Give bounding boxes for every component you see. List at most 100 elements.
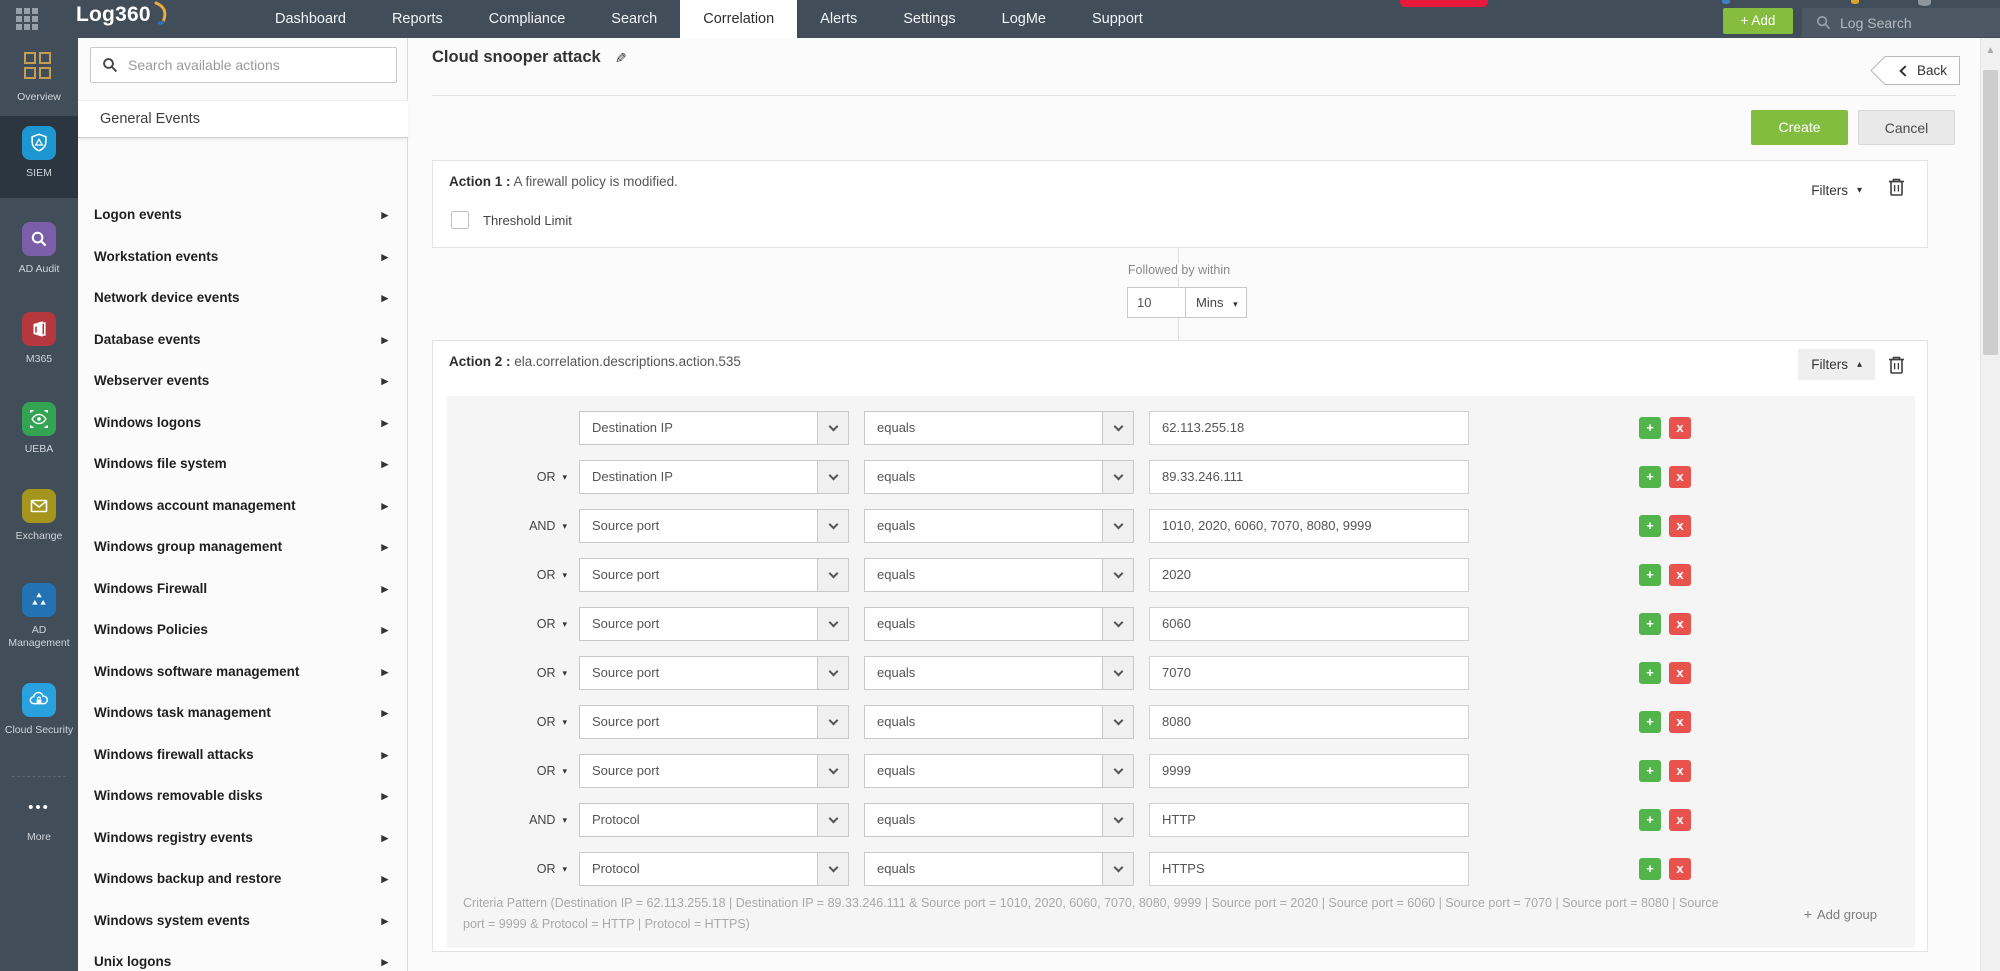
edit-title-icon[interactable]: ✎	[615, 50, 627, 67]
apps-grid-icon[interactable]	[16, 8, 40, 32]
nav-item-search[interactable]: Search	[588, 0, 680, 38]
field-select[interactable]: Source port	[579, 754, 849, 788]
category-item[interactable]: Windows account management▸	[78, 485, 408, 526]
category-item[interactable]: Windows system events▸	[78, 900, 408, 941]
operator-select[interactable]: AND▾	[501, 803, 567, 837]
followed-by-unit-select[interactable]: Mins ▾	[1185, 287, 1247, 318]
condition-select[interactable]: equals	[864, 411, 1134, 445]
category-item[interactable]: Workstation events▸	[78, 236, 408, 277]
back-button[interactable]: Back	[1870, 56, 1960, 85]
operator-select[interactable]: OR▾	[501, 754, 567, 788]
category-item[interactable]: Windows backup and restore▸	[78, 858, 408, 899]
remove-criteria-button[interactable]: x	[1669, 466, 1691, 488]
category-item[interactable]: Network device events▸	[78, 277, 408, 318]
operator-select[interactable]: OR▾	[501, 607, 567, 641]
nav-item-dashboard[interactable]: Dashboard	[252, 0, 369, 38]
category-item[interactable]: Windows software management▸	[78, 651, 408, 692]
sidebar-module-cloud-security[interactable]: Cloud Security	[0, 683, 78, 737]
category-item[interactable]: Windows group management▸	[78, 526, 408, 567]
field-select[interactable]: Protocol	[579, 852, 849, 886]
value-input[interactable]: 8080	[1149, 705, 1469, 739]
sidebar-module-ad-management[interactable]: AD Management	[0, 583, 78, 650]
category-item[interactable]: Windows logons▸	[78, 402, 408, 443]
nav-item-settings[interactable]: Settings	[880, 0, 978, 38]
add-criteria-button[interactable]: +	[1639, 466, 1661, 488]
remove-criteria-button[interactable]: x	[1669, 858, 1691, 880]
remove-criteria-button[interactable]: x	[1669, 662, 1691, 684]
remove-criteria-button[interactable]: x	[1669, 760, 1691, 782]
condition-select[interactable]: equals	[864, 705, 1134, 739]
remove-criteria-button[interactable]: x	[1669, 515, 1691, 537]
sidebar-module-exchange[interactable]: Exchange	[0, 489, 78, 543]
add-button[interactable]: + Add	[1723, 8, 1793, 34]
category-item[interactable]: Windows firewall attacks▸	[78, 734, 408, 775]
field-select[interactable]: Destination IP	[579, 460, 849, 494]
action2-delete-icon[interactable]	[1888, 355, 1905, 380]
remove-criteria-button[interactable]: x	[1669, 613, 1691, 635]
operator-select[interactable]: OR▾	[501, 460, 567, 494]
value-input[interactable]: HTTPS	[1149, 852, 1469, 886]
add-criteria-button[interactable]: +	[1639, 809, 1661, 831]
condition-select[interactable]: equals	[864, 852, 1134, 886]
sidebar-module-overview[interactable]: Overview	[0, 50, 78, 104]
condition-select[interactable]: equals	[864, 754, 1134, 788]
condition-select[interactable]: equals	[864, 460, 1134, 494]
operator-select[interactable]: AND▾	[501, 509, 567, 543]
add-criteria-button[interactable]: +	[1639, 711, 1661, 733]
field-select[interactable]: Source port	[579, 607, 849, 641]
value-input[interactable]: 62.113.255.18	[1149, 411, 1469, 445]
field-select[interactable]: Source port	[579, 509, 849, 543]
log360-logo[interactable]: Log360	[76, 3, 171, 27]
sidebar-module-ueba[interactable]: UEBA	[0, 402, 78, 456]
action1-filters-toggle[interactable]: Filters ▾	[1798, 175, 1875, 206]
nav-item-alerts[interactable]: Alerts	[797, 0, 880, 38]
log-search-button[interactable]: Log Search	[1802, 8, 2000, 37]
remove-criteria-button[interactable]: x	[1669, 417, 1691, 439]
followed-by-value-input[interactable]: 10	[1127, 287, 1186, 318]
sidebar-module-siem[interactable]: SIEM	[0, 116, 78, 198]
remove-criteria-button[interactable]: x	[1669, 809, 1691, 831]
add-criteria-button[interactable]: +	[1639, 613, 1661, 635]
field-select[interactable]: Source port	[579, 558, 849, 592]
operator-select[interactable]: OR▾	[501, 705, 567, 739]
nav-item-support[interactable]: Support	[1069, 0, 1166, 38]
add-criteria-button[interactable]: +	[1639, 760, 1661, 782]
selected-category-header[interactable]: General Events	[78, 100, 408, 138]
nav-item-compliance[interactable]: Compliance	[466, 0, 589, 38]
field-select[interactable]: Source port	[579, 656, 849, 690]
operator-select[interactable]: OR▾	[501, 656, 567, 690]
add-criteria-button[interactable]: +	[1639, 662, 1661, 684]
nav-item-reports[interactable]: Reports	[369, 0, 466, 38]
category-item[interactable]: Windows Policies▸	[78, 609, 408, 650]
remove-criteria-button[interactable]: x	[1669, 564, 1691, 586]
field-select[interactable]: Protocol	[579, 803, 849, 837]
actions-search-input[interactable]: Search available actions	[90, 47, 397, 83]
add-group-button[interactable]: +Add group	[1804, 906, 1877, 922]
condition-select[interactable]: equals	[864, 558, 1134, 592]
condition-select[interactable]: equals	[864, 607, 1134, 641]
category-item[interactable]: Windows registry events▸	[78, 817, 408, 858]
remove-criteria-button[interactable]: x	[1669, 711, 1691, 733]
category-item[interactable]: Database events▸	[78, 319, 408, 360]
nav-item-correlation[interactable]: Correlation	[680, 0, 797, 38]
category-item[interactable]: Windows file system▸	[78, 443, 408, 484]
category-item[interactable]: Logon events▸	[78, 194, 408, 235]
field-select[interactable]: Source port	[579, 705, 849, 739]
add-criteria-button[interactable]: +	[1639, 564, 1661, 586]
action1-delete-icon[interactable]	[1888, 177, 1905, 202]
condition-select[interactable]: equals	[864, 509, 1134, 543]
threshold-limit-checkbox[interactable]	[451, 211, 469, 229]
category-item[interactable]: Webserver events▸	[78, 360, 408, 401]
add-criteria-button[interactable]: +	[1639, 417, 1661, 439]
create-button[interactable]: Create	[1751, 110, 1848, 145]
scroll-up-arrow[interactable]: ▲	[1981, 42, 2000, 60]
action2-filters-toggle[interactable]: Filters ▴	[1798, 349, 1875, 380]
category-item[interactable]: Windows Firewall▸	[78, 568, 408, 609]
vertical-scrollbar[interactable]: ▲	[1980, 38, 2000, 971]
condition-select[interactable]: equals	[864, 803, 1134, 837]
sidebar-module-m365[interactable]: M365	[0, 312, 78, 366]
add-criteria-button[interactable]: +	[1639, 515, 1661, 537]
value-input[interactable]: 1010, 2020, 6060, 7070, 8080, 9999	[1149, 509, 1469, 543]
value-input[interactable]: 9999	[1149, 754, 1469, 788]
value-input[interactable]: 89.33.246.111	[1149, 460, 1469, 494]
